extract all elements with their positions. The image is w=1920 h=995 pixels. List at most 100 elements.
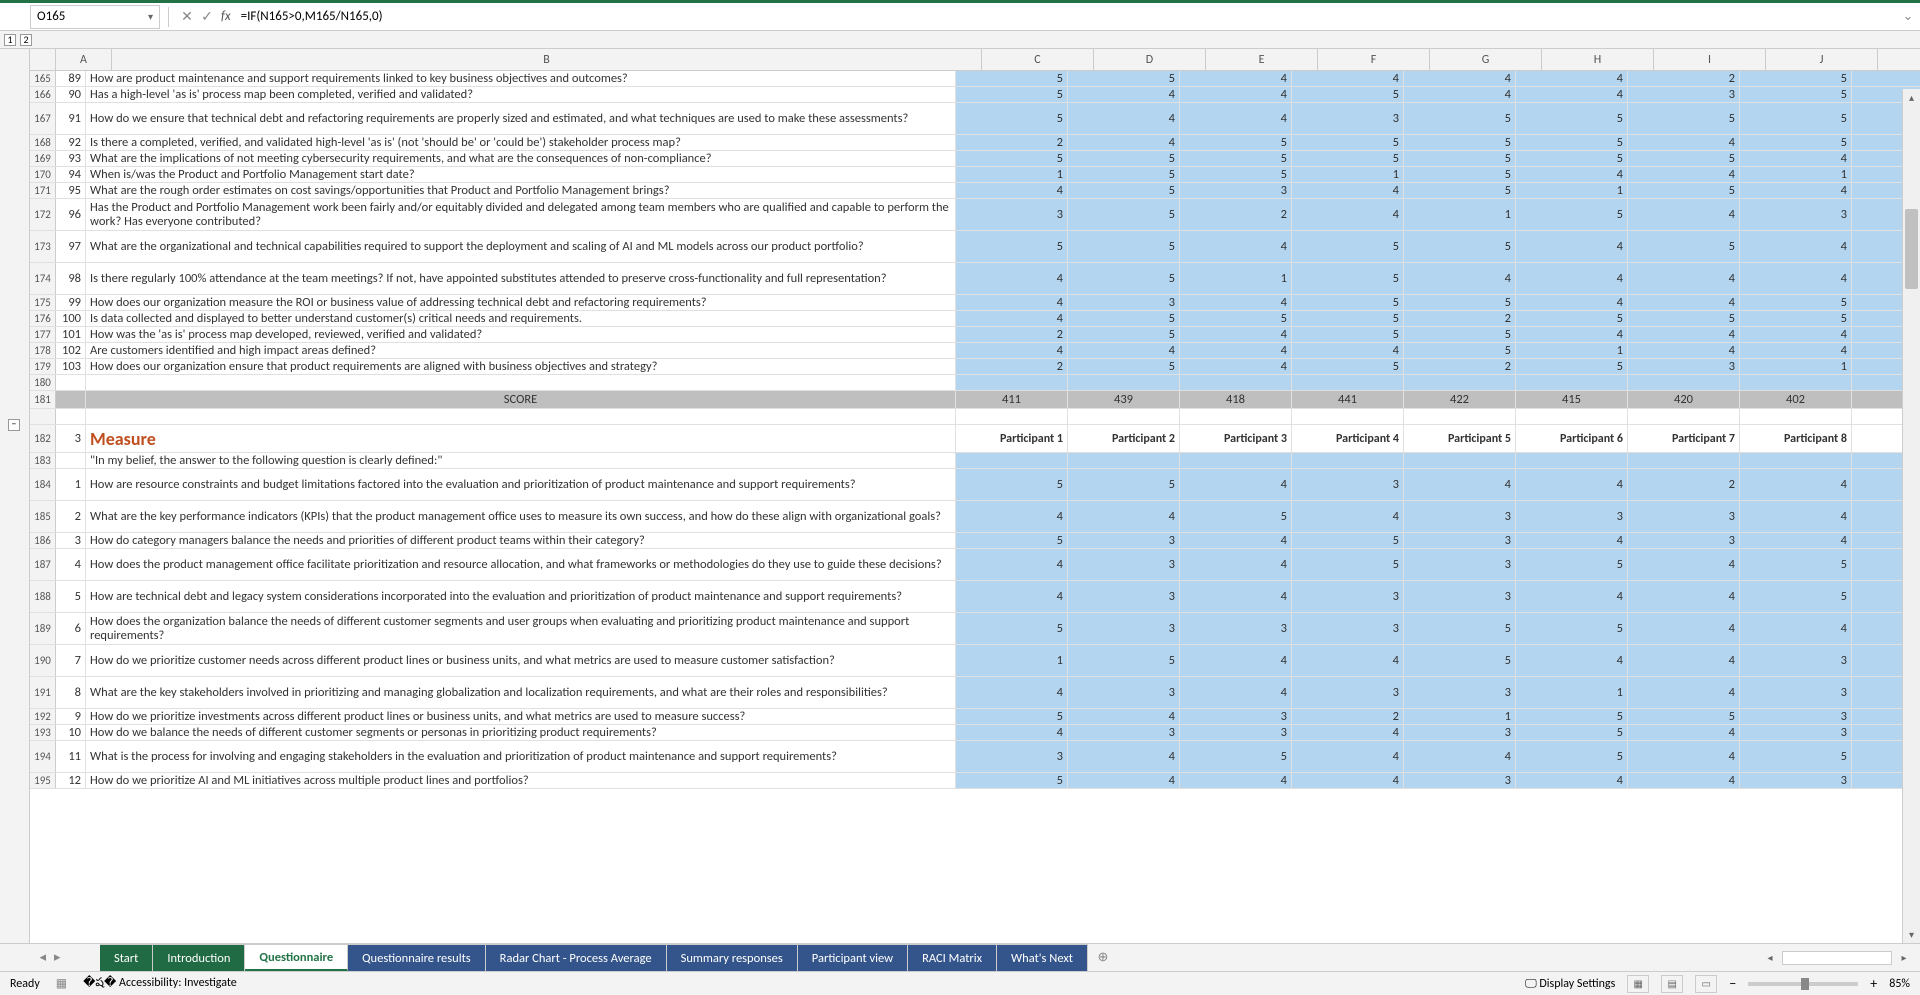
data-cell[interactable] [1180,453,1292,468]
data-cell[interactable]: 4 [1628,725,1740,740]
row-header[interactable]: 172 [30,199,56,230]
data-cell[interactable]: 3 [1404,533,1516,548]
data-cell[interactable]: 4 [1180,327,1292,342]
accessibility-status[interactable]: �ష� Accessibility: Investigate [83,975,237,992]
data-cell[interactable]: 4 [1628,613,1740,644]
cell-question[interactable]: Is data collected and displayed to bette… [86,311,956,326]
data-cell[interactable]: 5 [1740,135,1852,150]
row-header[interactable]: 171 [30,183,56,198]
cell-question[interactable]: How are resource constraints and budget … [86,469,956,500]
data-cell[interactable]: 5 [956,151,1068,166]
data-cell[interactable]: 5 [956,773,1068,788]
score-cell[interactable]: 422 [1404,391,1516,408]
data-cell[interactable]: 4 [1292,741,1404,772]
data-cell[interactable]: 3 [1292,581,1404,612]
data-cell[interactable]: 3 [1180,183,1292,198]
row-header[interactable]: 176 [30,311,56,326]
data-cell[interactable]: 4 [1628,199,1740,230]
data-cell[interactable]: 4 [1068,87,1180,102]
data-cell[interactable]: 1 [1404,709,1516,724]
data-cell[interactable]: 5 [1180,501,1292,532]
data-cell[interactable]: 1 [956,167,1068,182]
cell-a[interactable] [56,375,86,390]
data-cell[interactable]: 5 [1404,231,1516,262]
cell-a[interactable]: 102 [56,343,86,358]
data-cell[interactable]: 4 [1628,549,1740,580]
data-cell[interactable]: 4 [1068,103,1180,134]
data-cell[interactable]: 2 [956,359,1068,374]
enter-icon[interactable]: ✓ [197,8,217,25]
data-cell[interactable]: 5 [956,709,1068,724]
row-header[interactable]: 177 [30,327,56,342]
data-cell[interactable]: 5 [1068,263,1180,294]
row-header[interactable]: 178 [30,343,56,358]
data-cell[interactable]: 5 [1516,135,1628,150]
cell-a[interactable]: 97 [56,231,86,262]
data-cell[interactable]: 5 [1068,151,1180,166]
data-cell[interactable]: 5 [1404,613,1516,644]
data-cell[interactable]: 5 [1516,151,1628,166]
data-cell[interactable]: 4 [1180,103,1292,134]
data-cell[interactable]: 5 [1180,311,1292,326]
row-header[interactable]: 173 [30,231,56,262]
data-cell[interactable]: 5 [1516,549,1628,580]
data-cell[interactable]: 5 [1740,741,1852,772]
data-cell[interactable]: 2 [1404,359,1516,374]
hscroll-right-icon[interactable]: ▸ [1896,951,1912,964]
data-cell[interactable]: 5 [1404,167,1516,182]
display-settings[interactable]: 🖵 Display Settings [1525,977,1615,991]
data-cell[interactable]: 5 [1740,311,1852,326]
cell-a[interactable]: 1 [56,469,86,500]
data-cell[interactable]: 5 [956,231,1068,262]
outline-level-2[interactable]: 2 [20,34,32,46]
data-cell[interactable]: 3 [1628,501,1740,532]
data-cell[interactable]: 5 [1740,295,1852,310]
data-cell[interactable]: 4 [1180,677,1292,708]
data-cell[interactable]: 3 [1628,533,1740,548]
data-cell[interactable]: 5 [956,469,1068,500]
data-cell[interactable]: 4 [1628,135,1740,150]
data-cell[interactable]: 5 [1292,327,1404,342]
data-cell[interactable]: 5 [1628,151,1740,166]
data-cell[interactable]: 2 [1180,199,1292,230]
row-header[interactable]: 194 [30,741,56,772]
sheet-tab-questionnaire-results[interactable]: Questionnaire results [348,944,486,971]
sheet-tab-participant-view[interactable]: Participant view [798,944,908,971]
data-cell[interactable]: 5 [956,103,1068,134]
data-cell[interactable]: 4 [1180,549,1292,580]
data-cell[interactable]: 5 [1404,327,1516,342]
cell-question[interactable]: When is/was the Product and Portfolio Ma… [86,167,956,182]
data-cell[interactable]: 3 [1404,581,1516,612]
sheet-tab-start[interactable]: Start [100,944,153,971]
data-cell[interactable]: 4 [1628,295,1740,310]
data-cell[interactable]: 3 [1740,709,1852,724]
data-cell[interactable]: 4 [1516,581,1628,612]
data-cell[interactable]: 5 [1292,135,1404,150]
outline-collapse-button[interactable]: − [8,419,20,431]
data-cell[interactable]: 3 [1292,103,1404,134]
row-header[interactable]: 184 [30,469,56,500]
data-cell[interactable]: 5 [1068,71,1180,86]
data-cell[interactable]: 4 [1740,533,1852,548]
cell-a[interactable]: 99 [56,295,86,310]
cell-question[interactable]: How do we prioritize AI and ML initiativ… [86,773,956,788]
data-cell[interactable]: 5 [1180,151,1292,166]
data-cell[interactable]: 4 [1852,71,1920,86]
row-header[interactable]: 180 [30,375,56,390]
row-header[interactable]: 175 [30,295,56,310]
data-cell[interactable] [1628,375,1740,390]
data-cell[interactable]: 4 [1516,773,1628,788]
row-header[interactable]: 192 [30,709,56,724]
column-header-D[interactable]: D [1094,49,1206,70]
cell-question[interactable]: How are product maintenance and support … [86,71,956,86]
cell-question[interactable]: How does the organization balance the ne… [86,613,956,644]
data-cell[interactable]: 3 [1740,725,1852,740]
data-cell[interactable]: 5 [1516,199,1628,230]
cell-question[interactable]: How do we prioritize investments across … [86,709,956,724]
data-cell[interactable]: 4 [1180,359,1292,374]
data-cell[interactable]: 4 [1516,263,1628,294]
data-cell[interactable]: 5 [1068,231,1180,262]
data-cell[interactable]: 4 [1068,343,1180,358]
sheet-tab-summary-responses[interactable]: Summary responses [667,944,798,971]
data-cell[interactable]: 4 [956,343,1068,358]
